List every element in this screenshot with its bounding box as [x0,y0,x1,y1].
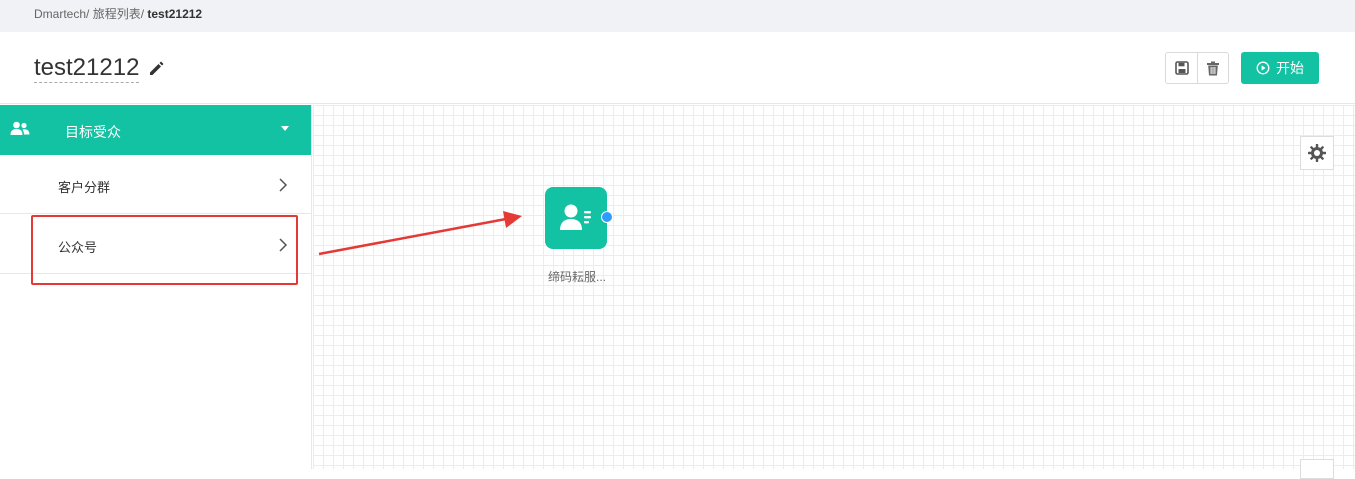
page-title[interactable]: test21212 [34,54,140,83]
sidebar-item-customer-segment[interactable]: 客户分群 [0,155,311,214]
caret-down-icon [281,126,289,131]
breadcrumb: Dmartech/ 旅程列表/ test21212 [34,5,202,22]
delete-button[interactable] [1197,53,1228,83]
page-header: test21212 开始 [0,32,1355,104]
trash-icon [1207,61,1219,75]
annotation-highlight-box [31,215,298,285]
gear-icon [1308,144,1326,162]
journey-node-official-account[interactable] [545,187,607,249]
canvas-settings-button[interactable] [1300,136,1334,170]
edit-pencil-icon[interactable] [147,58,167,78]
chevron-right-icon [278,177,288,198]
save-button[interactable] [1166,53,1197,83]
node-output-port[interactable] [601,211,613,223]
save-icon [1174,61,1189,75]
breadcrumb-current: test21212 [147,7,203,21]
contact-card-icon [560,204,591,230]
start-button[interactable]: 开始 [1241,52,1319,84]
sidebar-item-label: 客户分群 [58,180,111,195]
breadcrumb-root[interactable]: Dmartech/ [34,7,89,21]
breadcrumb-journey-list[interactable]: 旅程列表/ [93,7,144,21]
play-circle-icon [1256,61,1270,75]
breadcrumb-bar: Dmartech/ 旅程列表/ test21212 [0,0,1355,32]
users-icon [10,121,32,142]
component-sidebar: 目标受众 客户分群 公众号 [0,105,312,469]
journey-node-label: 缔码耘服... [547,270,606,284]
sidebar-group-target-audience[interactable]: 目标受众 [0,105,311,155]
canvas-corner-control[interactable] [1300,459,1334,479]
header-toolbar [1165,52,1229,84]
start-button-label: 开始 [1276,60,1304,76]
journey-canvas[interactable]: 缔码耘服... [313,105,1355,479]
sidebar-group-label: 目标受众 [65,124,121,140]
